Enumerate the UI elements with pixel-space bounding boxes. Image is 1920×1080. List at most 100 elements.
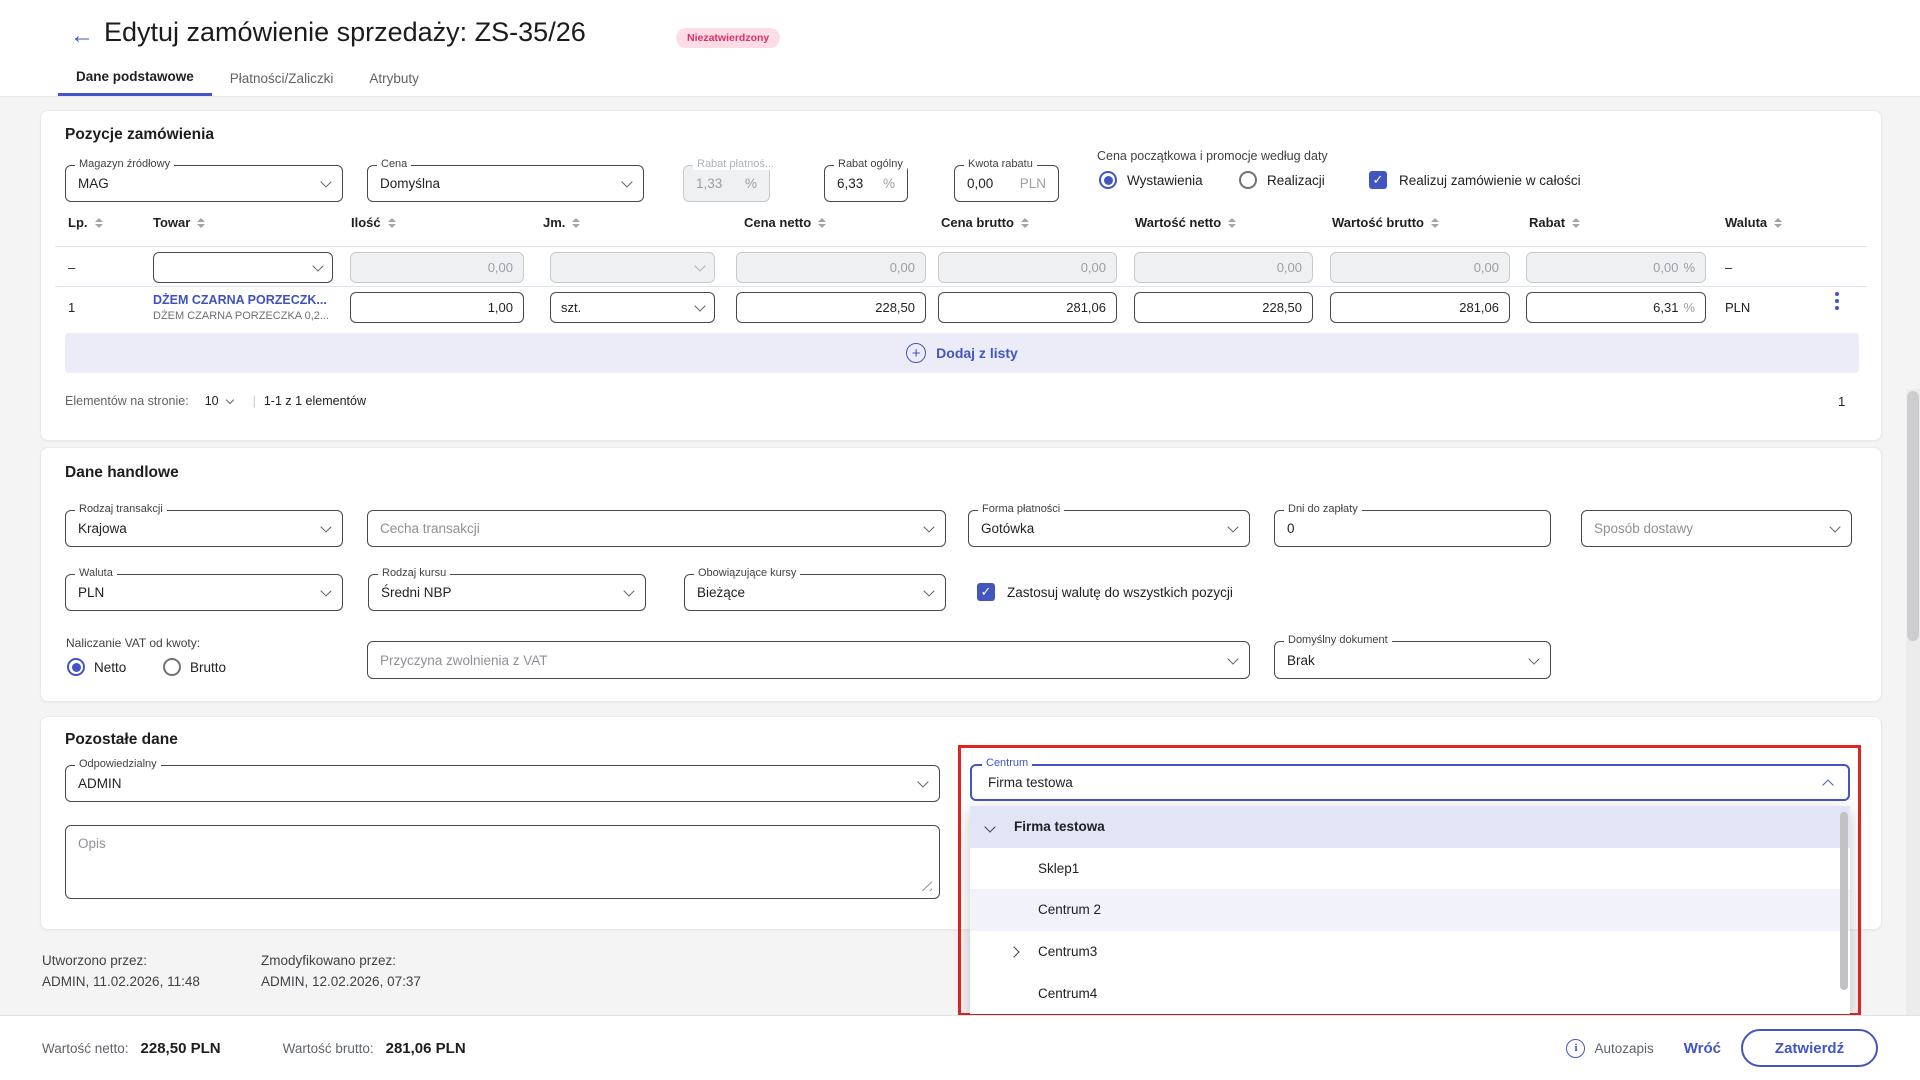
bottom-action-bar: Wartość netto: 228,50 PLN Wartość brutto… <box>0 1015 1920 1080</box>
new-row-gross-price-input: 0,00 <box>938 252 1117 283</box>
tab-platnosci-zaliczki[interactable]: Płatności/Zaliczki <box>212 60 352 96</box>
autosave-label: Autozapis <box>1594 1041 1653 1056</box>
dropdown-option-centrum2[interactable]: Centrum 2 <box>970 889 1850 931</box>
radio-realizacji[interactable]: Realizacji <box>1239 171 1325 189</box>
approve-button[interactable]: Zatwierdź <box>1741 1029 1878 1067</box>
col-header-waluta[interactable]: Waluta <box>1725 215 1782 230</box>
product-link[interactable]: DŻEM CZARNA PORZECZK... <box>153 293 327 307</box>
page-scrollbar[interactable] <box>1906 389 1920 1015</box>
fulfill-whole-checkbox[interactable]: ✓ Realizuj zamówienie w całości <box>1369 171 1581 189</box>
sort-icon <box>1431 218 1439 228</box>
dropdown-option-sklep1[interactable]: Sklep1 <box>970 848 1850 890</box>
resize-handle-icon[interactable] <box>920 879 932 891</box>
modified-by-block: Zmodyfikowano przez: ADMIN, 12.02.2026, … <box>261 950 421 992</box>
header-bar: ← Edytuj zamówienie sprzedaży: ZS-35/26 … <box>0 0 1920 96</box>
col-header-cena-netto[interactable]: Cena netto <box>744 215 826 230</box>
currency-select[interactable]: Waluta PLN <box>65 574 343 611</box>
new-row-net-price-input: 0,00 <box>736 252 926 283</box>
net-total-value: 228,50 PLN <box>141 1040 221 1057</box>
dropdown-scrollbar[interactable] <box>1840 812 1848 990</box>
chevron-down-icon <box>320 176 331 187</box>
row1-gross-price-input[interactable]: 281,06 <box>938 292 1117 323</box>
chevron-down-icon <box>1829 521 1840 532</box>
order-items-title: Pozycje zamówienia <box>65 126 214 144</box>
dropdown-option-centrum4[interactable]: Centrum4 <box>970 972 1850 1014</box>
radio-netto[interactable]: Netto <box>67 658 126 676</box>
row1-gross-value-input[interactable]: 281,06 <box>1330 292 1510 323</box>
vat-from-label: Naliczanie VAT od kwoty: <box>66 636 200 650</box>
chevron-down-icon <box>1227 653 1238 664</box>
chevron-down-icon <box>623 585 634 596</box>
dropdown-option-centrum3[interactable]: Centrum3 <box>970 931 1850 973</box>
rate-type-select[interactable]: Rodzaj kursu Średni NBP <box>368 574 646 611</box>
sort-icon <box>1572 218 1580 228</box>
chevron-down-icon[interactable] <box>984 821 995 832</box>
new-row-discount-input: 0,00% <box>1526 252 1706 283</box>
pagination: Elementów na stronie: 10 | 1-1 z 1 eleme… <box>65 394 366 408</box>
delivery-method-select[interactable]: Sposób dostawy <box>1581 510 1852 547</box>
order-items-card: Pozycje zamówienia Magazyn źródłowy MAG … <box>40 110 1882 441</box>
page-scrollbar-thumb[interactable] <box>1907 391 1919 641</box>
centrum-dropdown-panel: Firma testowa Sklep1 Centrum 2 Centrum3 … <box>970 806 1850 1014</box>
description-textarea[interactable]: Opis <box>65 825 940 899</box>
centrum-combobox[interactable]: Centrum Firma testowa <box>970 764 1850 801</box>
rates-select[interactable]: Obowiązujące kursy Bieżące <box>684 574 946 611</box>
responsible-select[interactable]: Odpowiedzialny ADMIN <box>65 765 940 802</box>
sort-icon <box>1774 218 1782 228</box>
col-header-lp[interactable]: Lp. <box>68 215 103 230</box>
page-title: Edytuj zamówienie sprzedaży: ZS-35/26 <box>104 17 586 48</box>
promo-date-label: Cena początkowa i promocje według daty <box>1097 149 1328 163</box>
radio-wystawienia[interactable]: Wystawienia <box>1099 171 1203 189</box>
commercial-data-card: Dane handlowe Rodzaj transakcji Krajowa … <box>40 447 1882 702</box>
chevron-right-icon[interactable] <box>1008 946 1019 957</box>
info-icon[interactable]: i <box>1566 1039 1585 1058</box>
row1-discount-input[interactable]: 6,31% <box>1526 292 1706 323</box>
new-row-qty-input: 0,00 <box>350 252 524 283</box>
discount-amount-field[interactable]: Kwota rabatu 0,00 PLN <box>954 165 1059 202</box>
chevron-down-icon <box>320 521 331 532</box>
row1-net-value-input[interactable]: 228,50 <box>1134 292 1313 323</box>
add-from-list-button[interactable]: + Dodaj z listy <box>65 333 1859 373</box>
modified-by-value: ADMIN, 12.02.2026, 07:37 <box>261 971 421 992</box>
back-button[interactable]: Wróć <box>1684 1040 1721 1057</box>
default-document-select[interactable]: Domyślny dokument Brak <box>1274 641 1551 679</box>
apply-currency-checkbox[interactable]: ✓ Zastosuj walutę do wszystkich pozycji <box>977 583 1233 601</box>
page-number[interactable]: 1 <box>1838 394 1845 409</box>
row1-qty-input[interactable]: 1,00 <box>350 292 524 323</box>
col-header-wartosc-brutto[interactable]: Wartość brutto <box>1332 215 1439 230</box>
col-header-ilosc[interactable]: Ilość <box>351 215 396 230</box>
row1-menu-icon[interactable] <box>1835 292 1839 310</box>
tab-dane-podstawowe[interactable]: Dane podstawowe <box>58 60 212 96</box>
col-header-cena-brutto[interactable]: Cena brutto <box>941 215 1029 230</box>
days-to-pay-input[interactable]: Dni do zapłaty 0 <box>1274 510 1551 547</box>
radio-selected-icon <box>67 658 85 676</box>
created-by-value: ADMIN, 11.02.2026, 11:48 <box>42 971 200 992</box>
row1-unit-select[interactable]: szt. <box>550 292 715 323</box>
dropdown-option-firma-testowa[interactable]: Firma testowa <box>970 806 1850 848</box>
chevron-down-icon[interactable] <box>225 396 233 404</box>
chevron-down-icon <box>312 260 323 271</box>
transaction-type-select[interactable]: Rodzaj transakcji Krajowa <box>65 510 343 547</box>
tab-atrybuty[interactable]: Atrybuty <box>351 60 437 96</box>
vat-exemption-select[interactable]: Przyczyna zwolnienia z VAT <box>367 641 1250 679</box>
row1-net-price-input[interactable]: 228,50 <box>736 292 926 323</box>
radio-brutto[interactable]: Brutto <box>163 658 226 676</box>
back-arrow-icon[interactable]: ← <box>70 22 94 50</box>
radio-unselected-icon <box>1239 171 1257 189</box>
source-warehouse-select[interactable]: Magazyn źródłowy MAG <box>65 165 343 202</box>
new-row-net-value-input: 0,00 <box>1134 252 1313 283</box>
col-header-towar[interactable]: Towar <box>153 215 205 230</box>
col-header-rabat[interactable]: Rabat <box>1529 215 1580 230</box>
payment-form-select[interactable]: Forma płatności Gotówka <box>968 510 1250 547</box>
price-select[interactable]: Cena Domyślna <box>367 165 644 202</box>
col-header-wartosc-netto[interactable]: Wartość netto <box>1135 215 1236 230</box>
transaction-feature-select[interactable]: Cecha transakcji <box>367 510 946 547</box>
created-by-label: Utworzono przez: <box>42 950 200 971</box>
commercial-title: Dane handlowe <box>65 464 179 482</box>
chevron-up-icon <box>1822 779 1833 790</box>
new-row-product-select[interactable] <box>153 252 333 283</box>
sort-icon <box>1021 218 1029 228</box>
per-page-value[interactable]: 10 <box>205 394 219 408</box>
total-discount-field[interactable]: Rabat ogólny 6,33 % <box>824 165 908 202</box>
col-header-jm[interactable]: Jm. <box>543 215 580 230</box>
